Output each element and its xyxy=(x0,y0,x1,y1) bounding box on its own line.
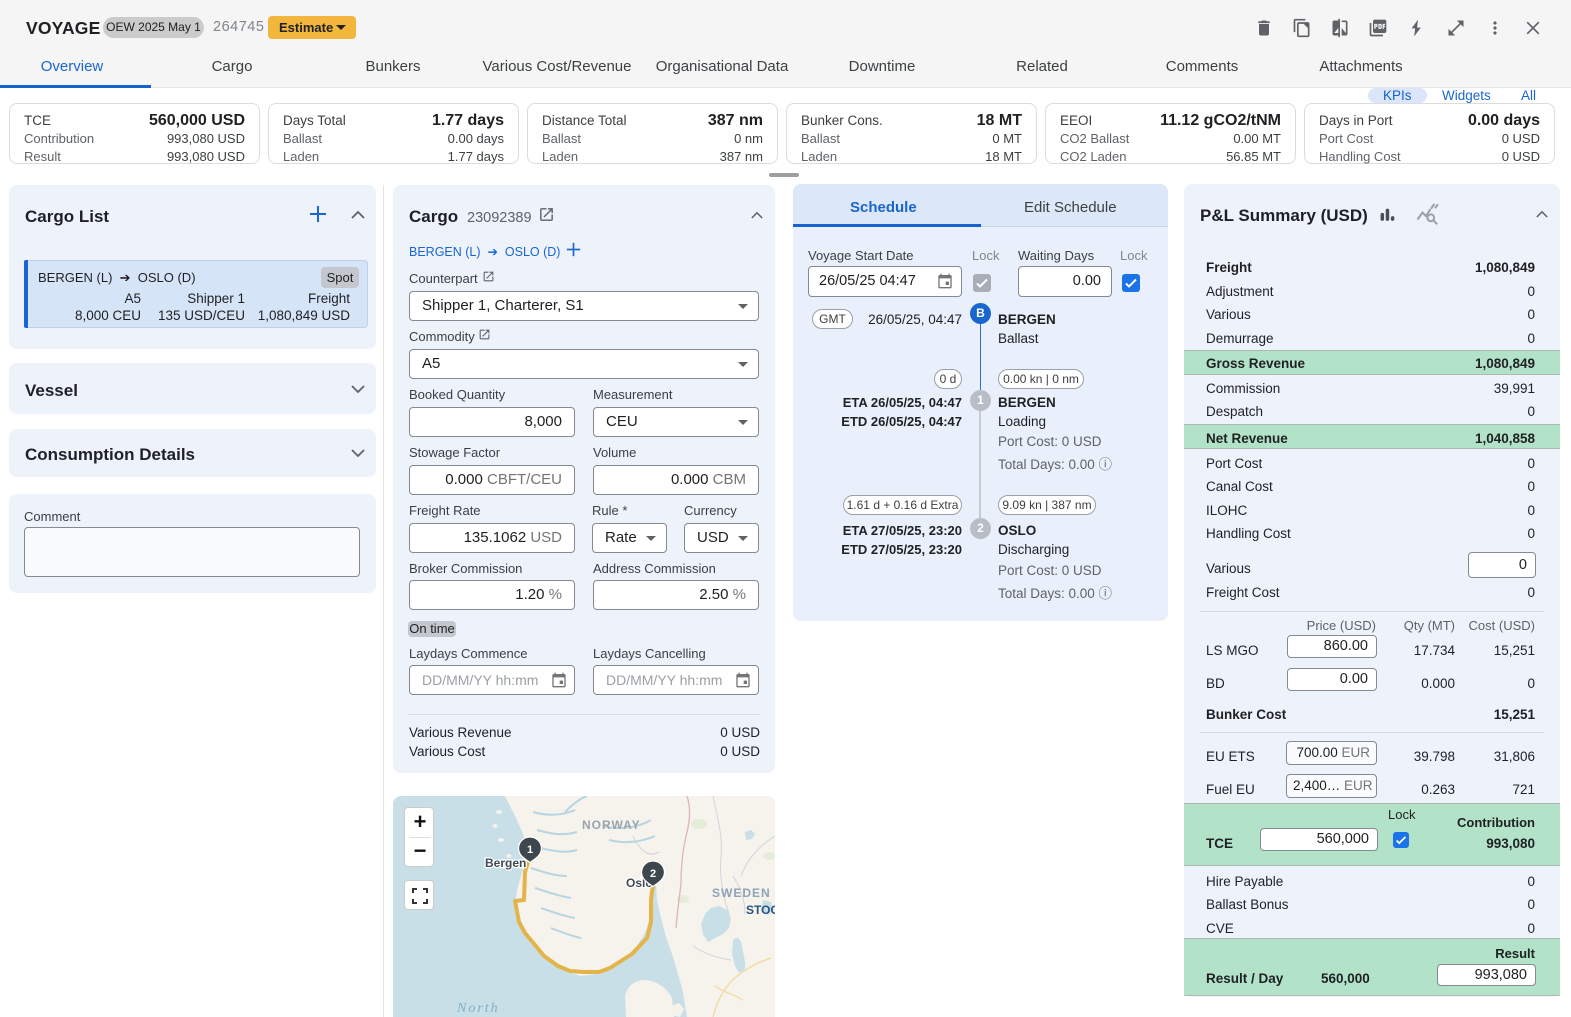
svg-text:SWEDEN: SWEDEN xyxy=(712,886,771,900)
svg-text:North: North xyxy=(456,1001,500,1016)
svg-text:STOC: STOC xyxy=(746,903,775,917)
svg-text:1: 1 xyxy=(527,844,533,856)
svg-text:NORWAY: NORWAY xyxy=(582,818,641,832)
svg-text:2: 2 xyxy=(650,868,656,880)
svg-text:Bergen: Bergen xyxy=(485,856,526,870)
